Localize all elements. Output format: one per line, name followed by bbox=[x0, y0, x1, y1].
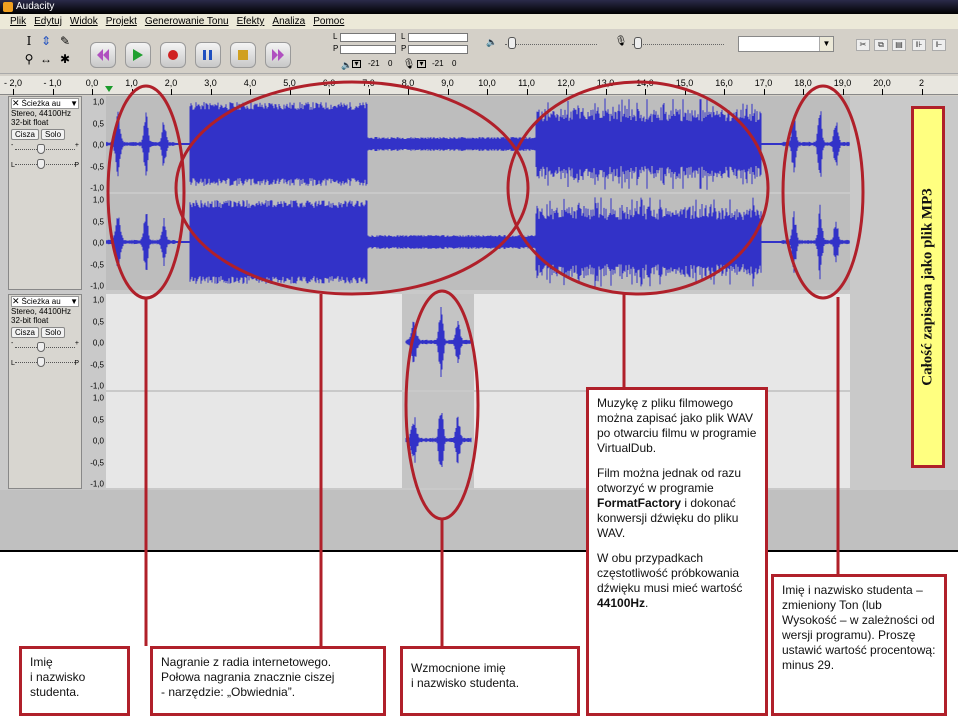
formatfactory-label: FormatFactory bbox=[597, 496, 682, 510]
ellipse-student-name bbox=[106, 84, 186, 300]
music-para-3: W obu przypadkach częstotliwość próbkowa… bbox=[597, 551, 757, 611]
music-para-1: Muzykę z pliku filmowego można zapisać j… bbox=[597, 396, 757, 455]
screenshot: Audacity Plik Edytuj Widok Projekt Gener… bbox=[0, 0, 958, 724]
note-amplified: Wzmocnione imię i nazwisko studenta. bbox=[400, 646, 580, 716]
ellipse-changed-tone bbox=[781, 84, 865, 300]
mp3-label: Całość zapisana jako plik MP3 bbox=[919, 188, 936, 386]
music-para-2a: Film można jednak od razu otworzyć w pro… bbox=[597, 466, 742, 495]
note-music-file: Muzykę z pliku filmowego można zapisać j… bbox=[586, 387, 768, 716]
ellipse-amplified bbox=[404, 289, 480, 521]
music-para-3a: W obu przypadkach częstotliwość próbkowa… bbox=[597, 551, 743, 595]
note-radio-recording: Nagranie z radia internetowego. Połowa n… bbox=[150, 646, 386, 716]
ellipse-radio-recording bbox=[174, 80, 530, 296]
sample-rate-label: 44100Hz bbox=[597, 596, 646, 610]
music-para-3b: . bbox=[645, 596, 649, 610]
note-saved-as-mp3: Całość zapisana jako plik MP3 bbox=[911, 106, 945, 468]
note-student-name: Imię i nazwisko studenta. bbox=[19, 646, 130, 716]
ellipse-music bbox=[506, 80, 770, 296]
note-changed-tone: Imię i nazwisko studenta – zmieniony Ton… bbox=[771, 574, 947, 716]
music-para-2: Film można jednak od razu otworzyć w pro… bbox=[597, 466, 757, 541]
